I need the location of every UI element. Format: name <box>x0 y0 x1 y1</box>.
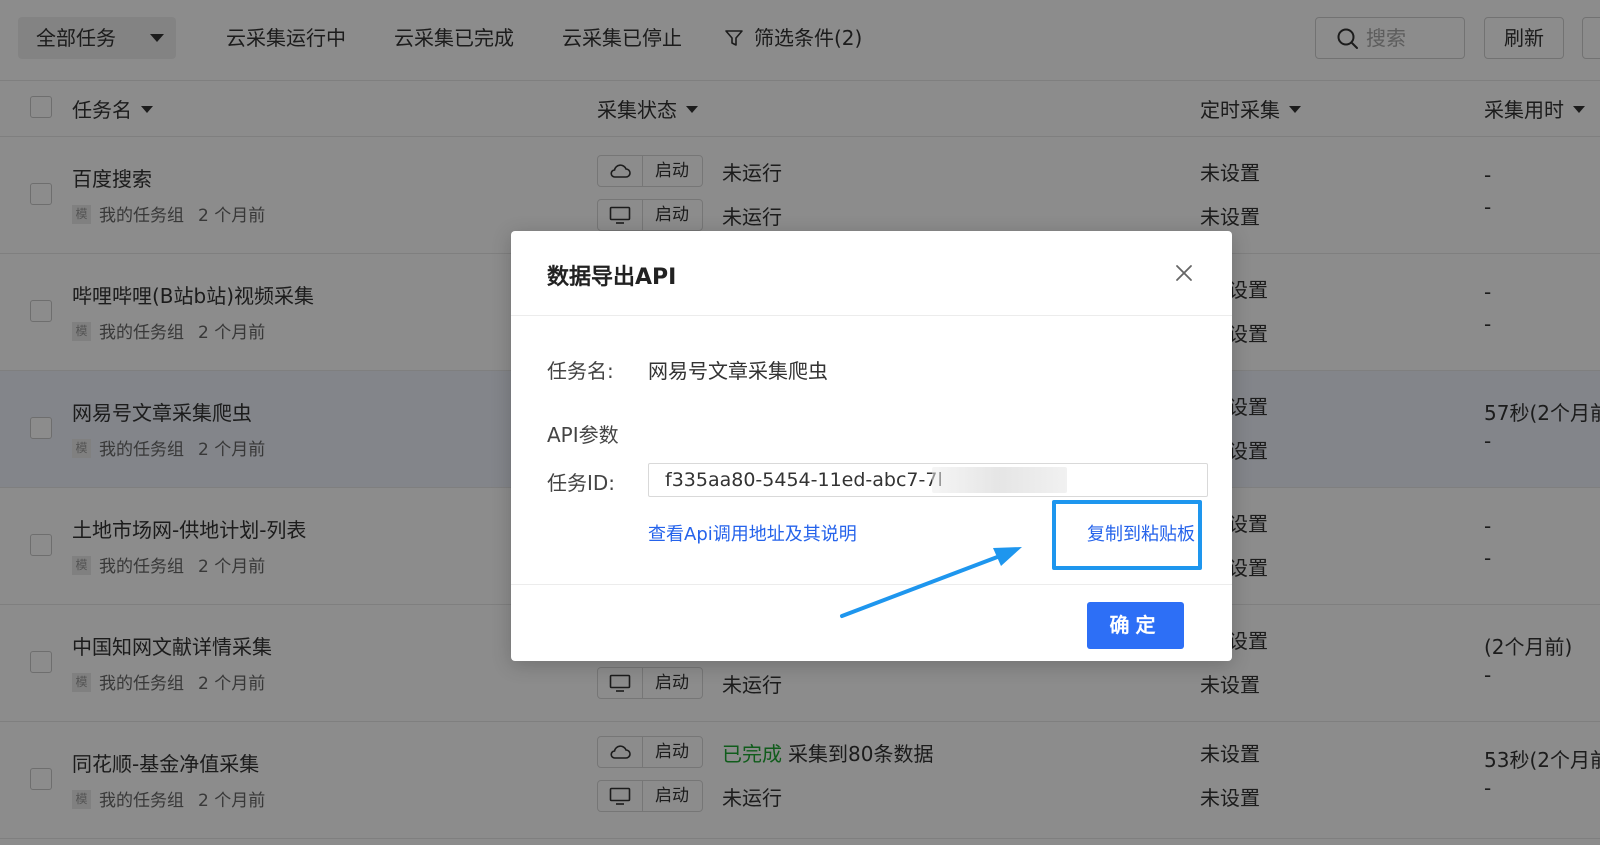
task-name-label: 任务名: <box>547 359 614 383</box>
dialog-title: 数据导出API <box>547 265 677 290</box>
close-button[interactable] <box>1172 261 1196 285</box>
divider <box>511 315 1232 316</box>
api-export-dialog: 数据导出API 任务名: 网易号文章采集爬虫 API参数 任务ID: 查看Api… <box>511 231 1232 661</box>
redaction-blur <box>932 467 1067 493</box>
divider <box>511 584 1232 585</box>
api-params-label: API参数 <box>547 423 619 447</box>
api-doc-link[interactable]: 查看Api调用地址及其说明 <box>648 520 857 546</box>
task-id-input[interactable] <box>649 464 1205 496</box>
task-name-value: 网易号文章采集爬虫 <box>648 359 828 383</box>
close-icon <box>1176 265 1192 281</box>
task-id-label: 任务ID: <box>547 471 616 495</box>
task-id-field[interactable] <box>648 463 1208 497</box>
ok-button[interactable]: 确定 <box>1087 602 1184 649</box>
copy-to-clipboard-link[interactable]: 复制到粘贴板 <box>1087 520 1195 546</box>
